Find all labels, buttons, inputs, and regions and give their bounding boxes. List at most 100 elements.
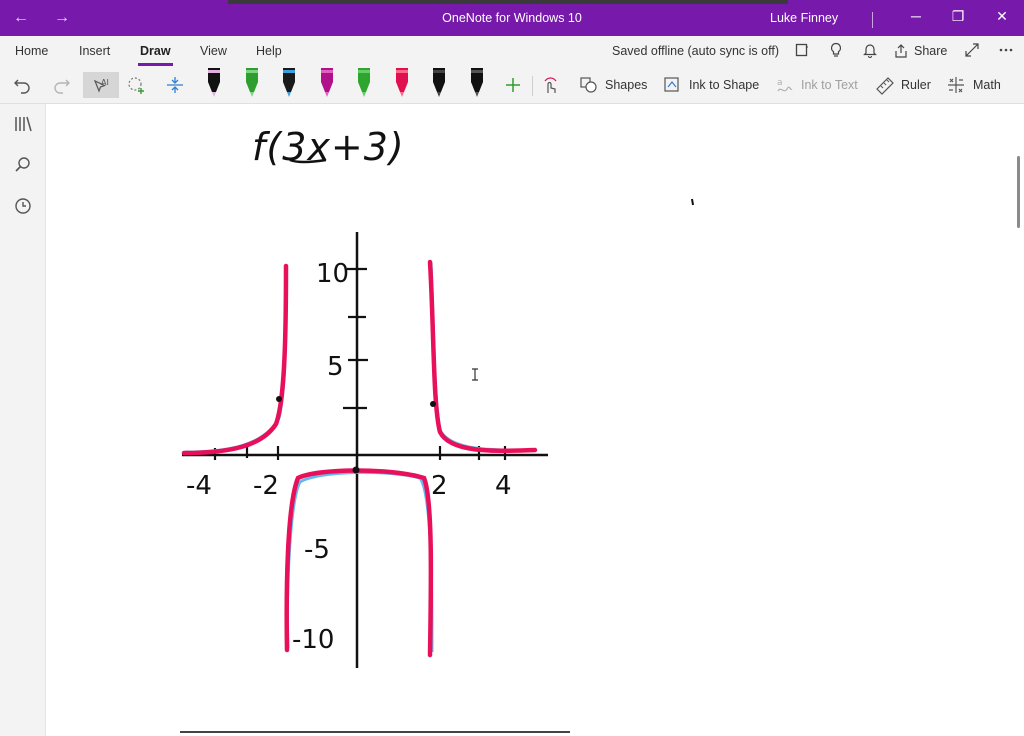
handwritten-expression: f(3x+3) (252, 125, 405, 169)
minimize-icon[interactable]: ─ (906, 8, 926, 24)
ink-drawing: f(3x+3) 10 5 -5 -10 -4 -2 2 4 (181, 125, 694, 668)
shapes-icon (580, 77, 597, 93)
pen-6[interactable] (390, 66, 414, 100)
notebooks-icon[interactable] (12, 114, 34, 136)
lasso-select-button[interactable] (126, 72, 148, 98)
y-label-5: 5 (327, 352, 344, 382)
ink-dot-left (276, 396, 282, 402)
blue-right-branch (429, 261, 536, 452)
ink-dot-right (430, 401, 436, 407)
x-label-neg2: -2 (253, 471, 279, 501)
more-options-icon[interactable] (996, 42, 1016, 60)
bell-icon[interactable] (860, 42, 880, 60)
pen-2[interactable] (240, 66, 264, 100)
ink-dot-center (352, 466, 360, 474)
text-cursor-icon (472, 368, 478, 381)
pen-7[interactable] (427, 66, 451, 100)
x-tick-labels: -4 -2 2 4 (186, 471, 512, 501)
y-label-neg5: -5 (304, 535, 330, 565)
close-icon[interactable]: ✕ (992, 8, 1012, 25)
ink-to-text-button[interactable]: a Ink to Text (774, 72, 858, 98)
pen-icon (208, 68, 220, 97)
notebook-icon[interactable] (792, 42, 812, 60)
svg-text:AI: AI (101, 78, 109, 87)
draw-toolbar: AI Shapes Ink to Shape a Ink to Text Rul… (0, 66, 1024, 104)
undo-button[interactable] (12, 72, 34, 98)
select-text-icon: AI (93, 78, 109, 93)
svg-text:a: a (777, 78, 783, 88)
tab-draw[interactable]: Draw (138, 44, 173, 66)
redo-button[interactable] (50, 72, 72, 98)
pen-1[interactable] (202, 66, 226, 100)
top-strip (228, 0, 788, 4)
math-button[interactable]: Math (946, 72, 1001, 98)
y-label-neg10: -10 (292, 625, 334, 655)
plus-icon (506, 78, 520, 92)
add-space-icon (167, 77, 183, 93)
pen-8[interactable] (465, 66, 489, 100)
y-axis-ticks (343, 267, 368, 410)
pen-3[interactable] (277, 66, 301, 100)
pen-4[interactable] (315, 66, 339, 100)
y-label-10: 10 (316, 259, 349, 289)
blue-sketch-curves (184, 261, 536, 653)
x-label-2: 2 (431, 471, 448, 501)
pen-icon (245, 68, 258, 97)
touch-draw-button[interactable] (540, 72, 562, 98)
ribbon-tabs: Home Insert Draw View Help Saved offline… (0, 36, 1024, 66)
page-bottom-line (180, 731, 570, 733)
math-label: Math (973, 78, 1001, 92)
add-space-button[interactable] (164, 72, 186, 98)
pink-right-branch (427, 259, 538, 454)
math-icon (948, 77, 964, 93)
window-title: OneNote for Windows 10 (442, 11, 582, 25)
shapes-button[interactable]: Shapes (578, 72, 647, 98)
ruler-button[interactable]: Ruler (874, 72, 931, 98)
pen-icon (320, 68, 333, 97)
tab-insert[interactable]: Insert (79, 44, 110, 58)
user-name[interactable]: Luke Finney (770, 11, 838, 25)
share-button[interactable]: Share (893, 43, 947, 59)
undo-icon (14, 79, 30, 94)
pen-icon (433, 68, 445, 97)
pen-icon (395, 68, 408, 97)
pen-icon (283, 68, 295, 97)
ink-to-shape-button[interactable]: Ink to Shape (662, 72, 759, 98)
pen-icon (358, 68, 370, 97)
redo-icon (54, 79, 70, 94)
vertical-scrollbar[interactable] (1017, 156, 1020, 228)
recent-clock-icon[interactable] (12, 196, 34, 218)
ruler-label: Ruler (901, 78, 931, 92)
shapes-label: Shapes (605, 78, 648, 92)
sync-status: Saved offline (auto sync is off) (612, 44, 779, 58)
pink-left-branch (181, 263, 289, 456)
tab-help[interactable]: Help (256, 44, 282, 58)
tab-home[interactable]: Home (15, 44, 48, 58)
y-tick-labels: 10 5 -5 -10 (292, 259, 349, 655)
search-icon[interactable] (12, 155, 34, 177)
lasso-type-button[interactable]: AI (83, 72, 119, 98)
title-separator (872, 12, 873, 28)
ruler-icon (876, 77, 894, 95)
ink-to-text-label: Ink to Text (801, 78, 858, 92)
restore-icon[interactable]: ❐ (948, 8, 968, 25)
toolbar-separator (532, 76, 533, 96)
lasso-icon (128, 77, 144, 94)
blue-left-branch (184, 267, 288, 454)
pink-function-curves (181, 259, 538, 658)
lightbulb-icon[interactable] (826, 42, 846, 60)
pen-5[interactable] (352, 66, 376, 100)
touch-draw-icon (544, 77, 557, 93)
expand-icon[interactable] (962, 42, 982, 60)
add-pen-button[interactable] (502, 72, 524, 98)
ink-to-text-icon: a (777, 78, 793, 92)
pen-icon (470, 68, 483, 97)
ink-to-shape-icon (664, 77, 679, 92)
note-canvas[interactable]: f(3x+3) 10 5 -5 -10 -4 -2 2 4 (46, 104, 1024, 736)
ink-to-shape-label: Ink to Shape (689, 78, 760, 92)
share-icon (895, 44, 907, 58)
tab-view[interactable]: View (200, 44, 227, 58)
x-label-4: 4 (495, 471, 512, 501)
share-label: Share (914, 44, 948, 58)
left-nav-rail (0, 104, 46, 736)
